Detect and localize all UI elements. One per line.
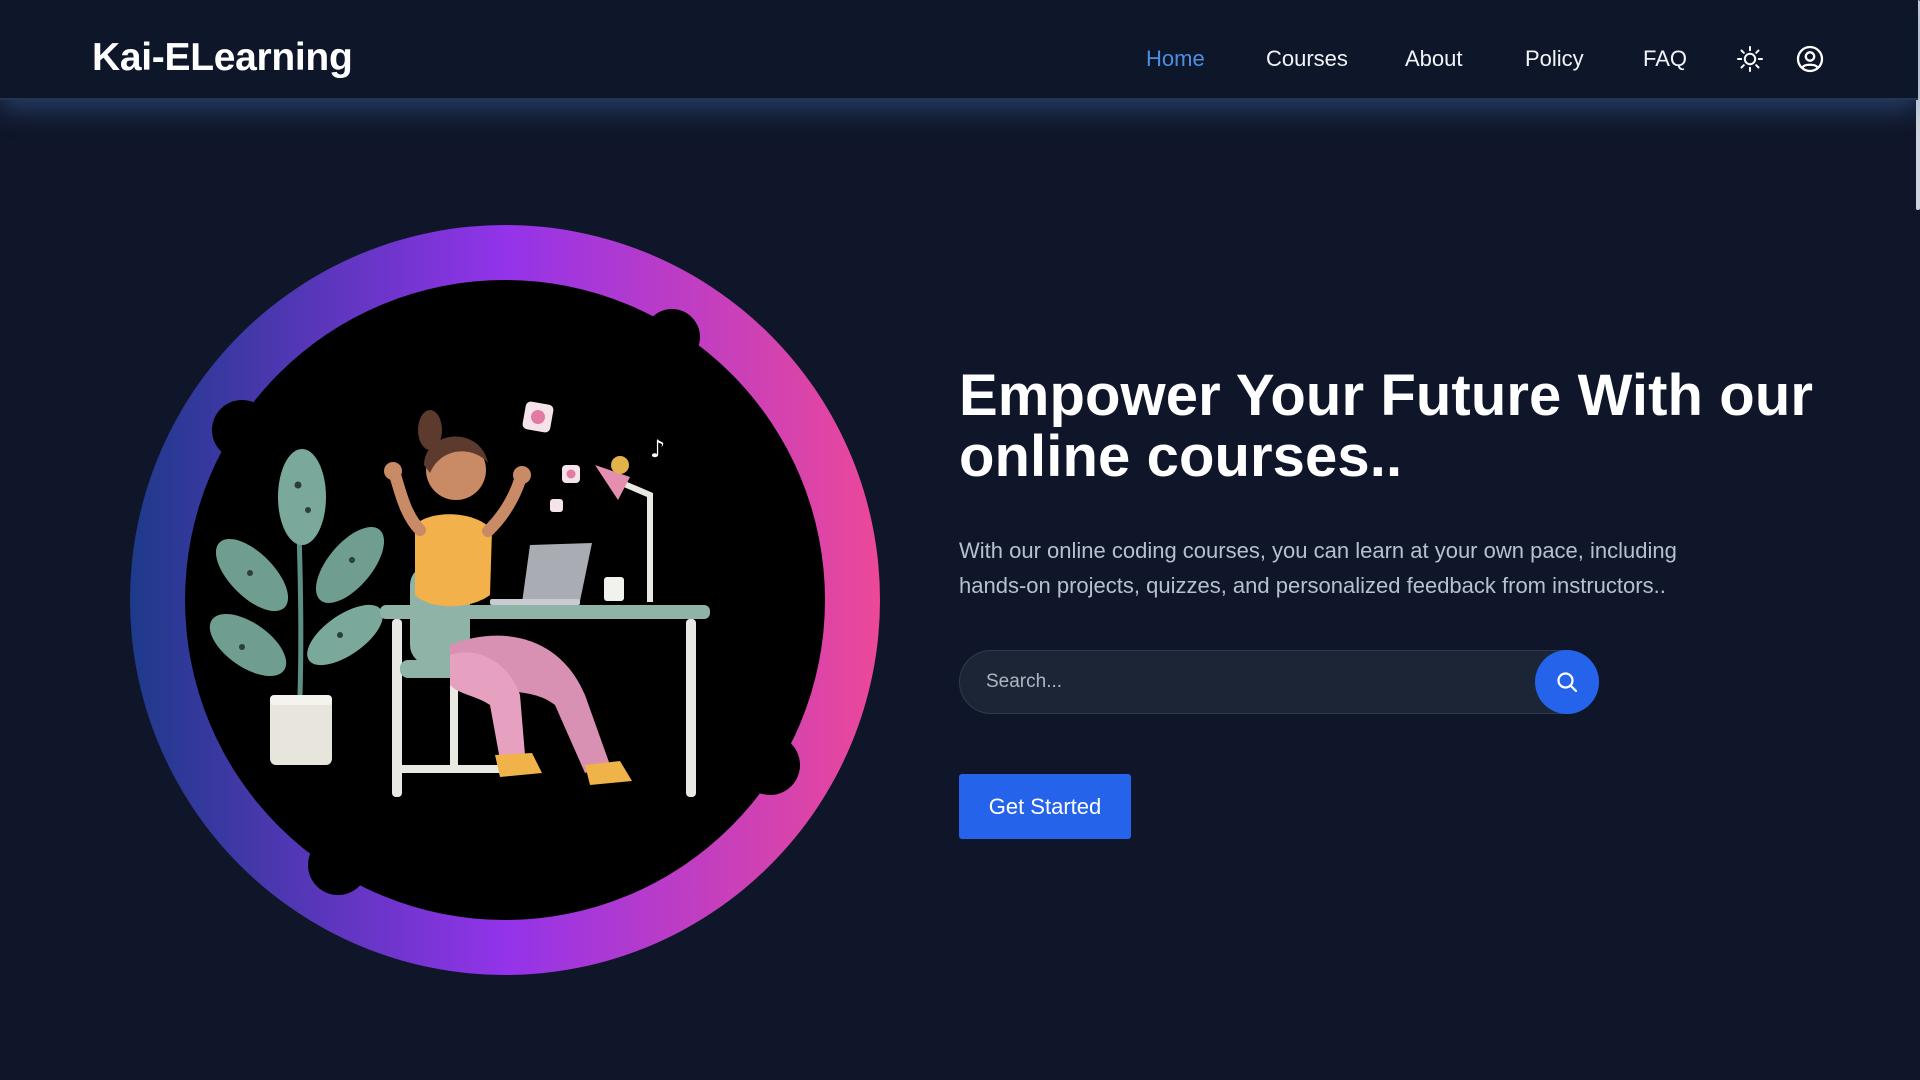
brand-logo[interactable]: Kai-ELearning <box>92 38 353 77</box>
hero-illustration: ♪ <box>130 225 880 975</box>
search-input[interactable] <box>984 651 1504 713</box>
sun-icon[interactable] <box>1735 44 1765 74</box>
get-started-button[interactable]: Get Started <box>959 774 1131 839</box>
nav-link-about[interactable]: About <box>1405 48 1463 70</box>
hero-description: With our online coding courses, you can … <box>959 538 1677 598</box>
nav-link-courses[interactable]: Courses <box>1266 48 1348 70</box>
nav-link-faq[interactable]: FAQ <box>1643 48 1687 70</box>
search-bar <box>959 650 1599 714</box>
nav-link-policy[interactable]: Policy <box>1525 48 1584 70</box>
hero-title: Empower Your Future With our online cour… <box>959 363 1814 489</box>
nav-link-home[interactable]: Home <box>1146 48 1205 70</box>
svg-text:♪: ♪ <box>650 435 665 463</box>
search-button[interactable] <box>1535 650 1599 714</box>
navbar: Kai-ELearning Home Courses About Policy … <box>0 0 1918 100</box>
search-icon <box>1557 672 1578 693</box>
user-circle-icon[interactable] <box>1795 44 1825 74</box>
